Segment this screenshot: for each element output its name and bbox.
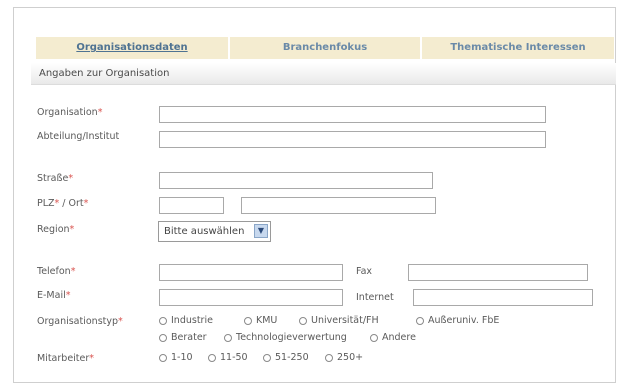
region-label: Region* (37, 224, 75, 235)
plz-input[interactable] (159, 197, 224, 214)
radio-option-andere[interactable]: Andere (370, 332, 416, 343)
tab-branchenfokus[interactable]: Branchenfokus (228, 37, 420, 59)
radio-option-ausseruniv[interactable]: Außeruniv. FbE (416, 315, 499, 326)
radio-option-11-50[interactable]: 11-50 (208, 352, 248, 363)
radio-option-technologieverwertung[interactable]: Technologieverwertung (224, 332, 347, 343)
radio-button[interactable] (325, 353, 333, 362)
mitarbeiter-label: Mitarbeiter* (37, 353, 95, 364)
radio-option-51-250[interactable]: 51-250 (263, 352, 309, 363)
radio-button[interactable] (416, 316, 424, 325)
internet-label: Internet (356, 292, 394, 303)
organisation-label: Organisation* (37, 107, 103, 118)
radio-button[interactable] (263, 353, 271, 362)
strasse-label: Straße* (37, 173, 74, 184)
email-label: E-Mail* (37, 290, 71, 301)
fax-input[interactable] (408, 264, 588, 281)
radio-button[interactable] (208, 353, 216, 362)
organisation-input[interactable] (159, 106, 546, 123)
radio-option-berater[interactable]: Berater (159, 332, 207, 343)
organisationstyp-label: Organisationstyp* (37, 316, 123, 327)
strasse-input[interactable] (159, 172, 433, 189)
chevron-down-icon[interactable]: ▼ (254, 224, 268, 238)
abteilung-label: Abteilung/Institut (37, 131, 120, 142)
tab-thematische-interessen[interactable]: Thematische Interessen (420, 37, 614, 59)
internet-input[interactable] (413, 289, 593, 306)
radio-button[interactable] (299, 316, 307, 325)
ort-input[interactable] (241, 197, 436, 214)
telefon-input[interactable] (159, 264, 343, 281)
region-select[interactable]: Bitte auswählen ▼ (158, 221, 271, 242)
radio-option-universitaet[interactable]: Universität/FH (299, 315, 379, 326)
radio-option-1-10[interactable]: 1-10 (159, 352, 193, 363)
radio-button[interactable] (224, 333, 232, 342)
telefon-label: Telefon* (37, 266, 76, 277)
radio-button[interactable] (159, 333, 167, 342)
radio-option-industrie[interactable]: Industrie (159, 315, 213, 326)
region-select-value: Bitte auswählen (164, 226, 245, 237)
abteilung-input[interactable] (159, 131, 546, 148)
section-header: Angaben zur Organisation (31, 63, 616, 85)
radio-option-250-plus[interactable]: 250+ (325, 352, 363, 363)
radio-button[interactable] (159, 316, 167, 325)
radio-button[interactable] (370, 333, 378, 342)
fax-label: Fax (356, 266, 373, 277)
radio-button[interactable] (244, 316, 252, 325)
tab-bar: Organisationsdaten Branchenfokus Themati… (36, 37, 614, 59)
radio-button[interactable] (159, 353, 167, 362)
radio-option-kmu[interactable]: KMU (244, 315, 277, 326)
tab-organisationsdaten[interactable]: Organisationsdaten (36, 37, 228, 59)
email-input[interactable] (159, 289, 343, 306)
plz-ort-label: PLZ* / Ort* (37, 198, 89, 209)
